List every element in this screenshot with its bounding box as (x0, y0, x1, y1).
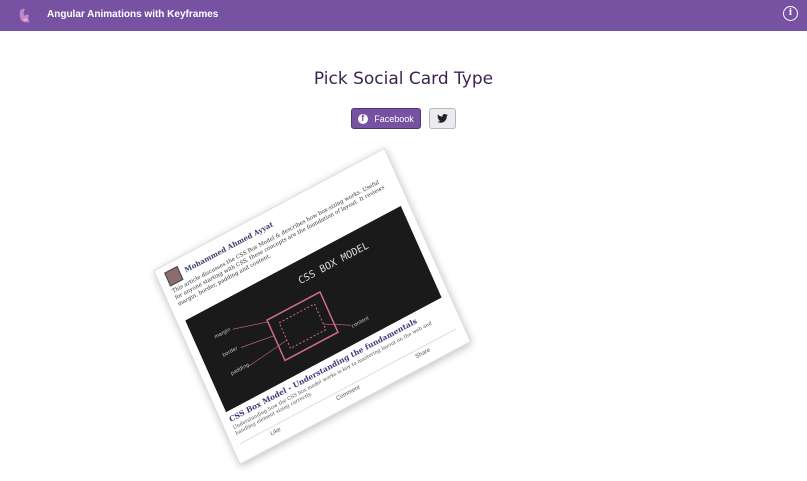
facebook-icon (358, 113, 369, 124)
info-icon[interactable]: i (783, 6, 798, 21)
card-type-toggle: Facebook (351, 108, 456, 129)
facebook-button-label: Facebook (374, 113, 414, 124)
top-app-bar: Angular Animations with Keyframes i (0, 0, 807, 31)
app-title: Angular Animations with Keyframes (47, 9, 219, 20)
facebook-social-card[interactable]: Mohammed Ahmed Ayyat This article discus… (153, 147, 472, 465)
twitter-icon (437, 114, 448, 123)
comment-button[interactable]: Comment (336, 385, 361, 403)
facebook-button[interactable]: Facebook (351, 108, 421, 129)
page-title: Pick Social Card Type (313, 69, 494, 89)
share-button[interactable]: Share (415, 347, 432, 360)
like-button[interactable]: Like (270, 427, 282, 438)
social-card-container: Mohammed Ahmed Ayyat This article discus… (153, 147, 476, 481)
twitter-button[interactable] (429, 108, 456, 129)
angular-logo-icon[interactable] (17, 7, 33, 24)
